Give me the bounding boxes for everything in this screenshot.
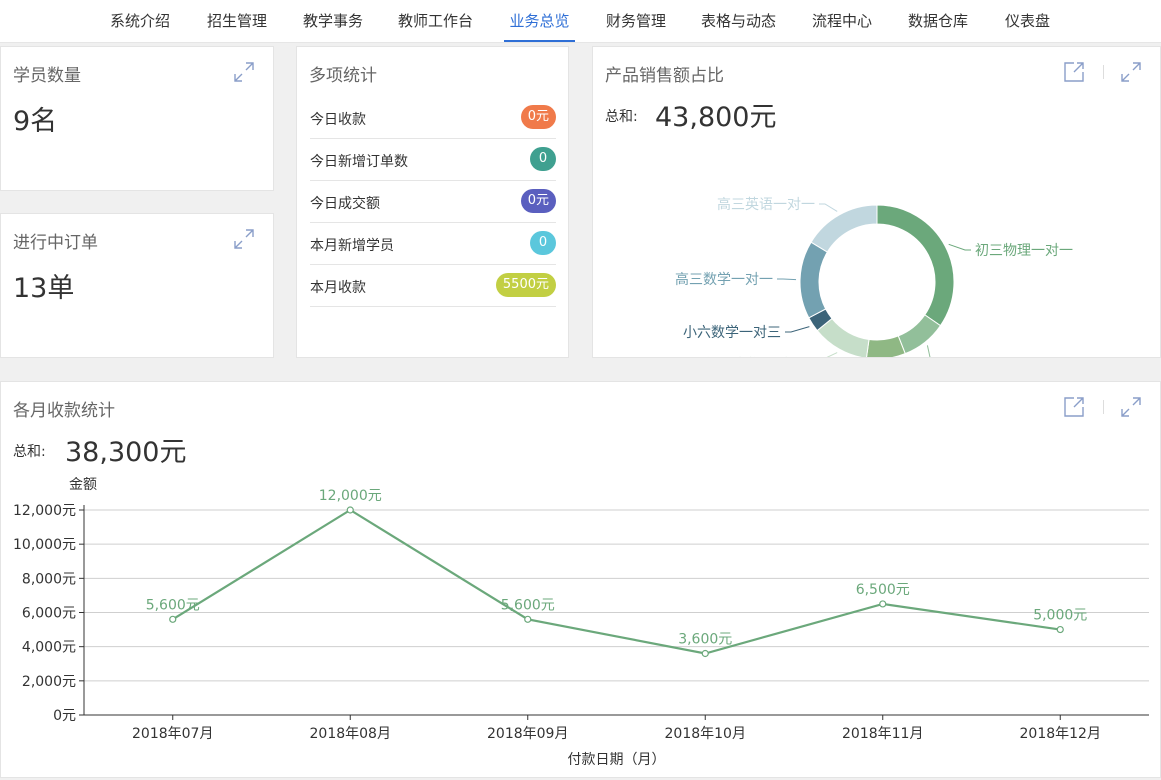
card-title: 各月收款统计 — [13, 401, 115, 421]
monthly-income-card: 各月收款统计 总和: 38,300元 金额 0元 2,000元 4,000元 6,000… — [0, 381, 1161, 778]
stat-row: 本月新增学员 0 — [310, 223, 556, 265]
y-axis-label: 金额 — [69, 477, 97, 493]
x-tick-label: 2018年11月 — [842, 726, 923, 742]
stat-badge: 0 — [530, 231, 556, 255]
active-orders-value: 13单 — [13, 273, 75, 304]
data-point[interactable] — [524, 615, 532, 623]
slice-leader-line — [926, 345, 931, 357]
expand-icon[interactable] — [233, 228, 255, 250]
stat-label: 本月收款 — [310, 280, 366, 296]
y-tick-label: 8,000元 — [22, 571, 76, 587]
card-title: 进行中订单 — [13, 233, 98, 253]
nav-item[interactable]: 教学事务 — [303, 0, 363, 40]
divider — [1103, 400, 1104, 414]
slice-leader-line — [777, 278, 797, 281]
product-share-card: 产品销售额占比 总和: 43,800元 初三物理一对一初三物理一对二初三物理十人… — [592, 46, 1161, 358]
stat-row: 今日收款 0元 — [310, 97, 556, 139]
stat-badge: 0 — [530, 147, 556, 171]
student-count-card: 学员数量 9名 — [0, 46, 274, 191]
slice-label: 小六数学一对三 — [683, 325, 781, 341]
data-label: 6,500元 — [856, 582, 910, 598]
data-point[interactable] — [346, 506, 354, 514]
pie-slice[interactable] — [810, 204, 878, 253]
sum-value: 38,300元 — [65, 437, 187, 468]
expand-icon[interactable] — [1120, 61, 1142, 83]
monthly-income-line-chart: 金额 0元 2,000元 4,000元 6,000元 8,000元 10,000元 12,00… — [13, 477, 1149, 768]
nav-item[interactable]: 业务总览 — [504, 0, 575, 42]
nav-item[interactable]: 教师工作台 — [398, 0, 473, 40]
data-label: 5,000元 — [1033, 608, 1087, 624]
stat-label: 本月新增学员 — [310, 238, 394, 254]
stat-row: 今日成交额 0元 — [310, 181, 556, 223]
divider — [1103, 65, 1104, 79]
nav-item[interactable]: 系统介绍 — [110, 0, 170, 40]
x-tick-label: 2018年12月 — [1020, 726, 1101, 742]
nav-item[interactable]: 招生管理 — [207, 0, 267, 40]
card-title: 学员数量 — [13, 66, 81, 86]
data-label: 3,600元 — [678, 632, 732, 648]
pie-slice[interactable] — [876, 204, 955, 327]
slice-label: 初三生物一对二 — [705, 356, 803, 357]
stat-label: 今日新增订单数 — [310, 154, 408, 170]
data-label: 12,000元 — [319, 488, 382, 504]
stat-label: 今日成交额 — [310, 196, 380, 212]
active-orders-card: 进行中订单 13单 — [0, 213, 274, 358]
data-point[interactable] — [879, 600, 887, 608]
nav-item[interactable]: 表格与动态 — [701, 0, 776, 40]
y-tick-label: 6,000元 — [22, 606, 76, 622]
stat-row: 今日新增订单数 0 — [310, 139, 556, 181]
sum-label: 总和: — [605, 109, 638, 125]
data-point[interactable] — [1056, 625, 1064, 634]
pie-slice[interactable] — [866, 335, 906, 357]
card-title: 多项统计 — [309, 66, 377, 86]
card-title: 产品销售额占比 — [605, 66, 724, 86]
slice-leader-line — [819, 203, 838, 212]
multi-stats-card: 多项统计 今日收款 0元 今日新增订单数 0 今日成交额 0元 本月新增学员 0 本月收款 550… — [296, 46, 569, 358]
nav-item[interactable]: 财务管理 — [606, 0, 666, 40]
stat-row: 本月收款 5500元 — [310, 265, 556, 307]
top-nav: 系统介绍 招生管理 教学事务 教师工作台 业务总览 财务管理 表格与动态 流程中心 数据仓库 仪表… — [0, 0, 1161, 43]
slice-label: 初三物理一对一 — [975, 242, 1073, 259]
slice-label: 高三数学一对一 — [675, 271, 773, 288]
slice-leader-line — [948, 243, 971, 251]
series-line — [172, 508, 1061, 655]
y-tick-label: 12,000元 — [13, 503, 76, 519]
pie-slice[interactable] — [897, 314, 942, 355]
x-axis-label: 付款日期（月） — [568, 752, 666, 768]
product-share-donut-chart: 初三物理一对一初三物理一对二初三物理十人班课初三生物一对二小六数学一对三高三数学… — [675, 196, 1073, 357]
open-external-icon[interactable] — [1063, 61, 1085, 83]
data-label: 5,600元 — [501, 597, 555, 613]
x-tick-label: 2018年08月 — [310, 726, 391, 742]
stat-badge: 0元 — [520, 189, 556, 213]
y-tick-label: 4,000元 — [22, 640, 76, 656]
stat-badge: 0元 — [520, 105, 556, 129]
x-tick-label: 2018年10月 — [665, 726, 746, 742]
data-label: 5,600元 — [146, 597, 200, 613]
pie-slice[interactable] — [799, 241, 829, 319]
slice-leader-line — [785, 326, 810, 333]
x-tick-label: 2018年09月 — [487, 726, 568, 742]
y-tick-label: 10,000元 — [13, 537, 76, 553]
student-count-value: 9名 — [13, 106, 58, 137]
y-tick-label: 2,000元 — [22, 674, 76, 690]
nav-item[interactable]: 流程中心 — [812, 0, 872, 40]
stat-label: 今日收款 — [310, 112, 366, 128]
open-external-icon[interactable] — [1063, 396, 1085, 418]
stat-badge: 5500元 — [495, 273, 556, 297]
nav-item[interactable]: 仪表盘 — [1005, 0, 1050, 40]
x-tick-label: 2018年07月 — [132, 726, 213, 742]
slice-label: 高三英语一对一 — [717, 196, 815, 213]
data-point[interactable] — [169, 615, 177, 623]
expand-icon[interactable] — [1120, 396, 1142, 418]
expand-icon[interactable] — [233, 61, 255, 83]
y-tick-label: 0元 — [53, 708, 76, 724]
sum-label: 总和: — [13, 444, 46, 460]
slice-leader-line — [826, 352, 838, 357]
nav-item[interactable]: 数据仓库 — [908, 0, 968, 40]
data-point[interactable] — [701, 649, 709, 658]
